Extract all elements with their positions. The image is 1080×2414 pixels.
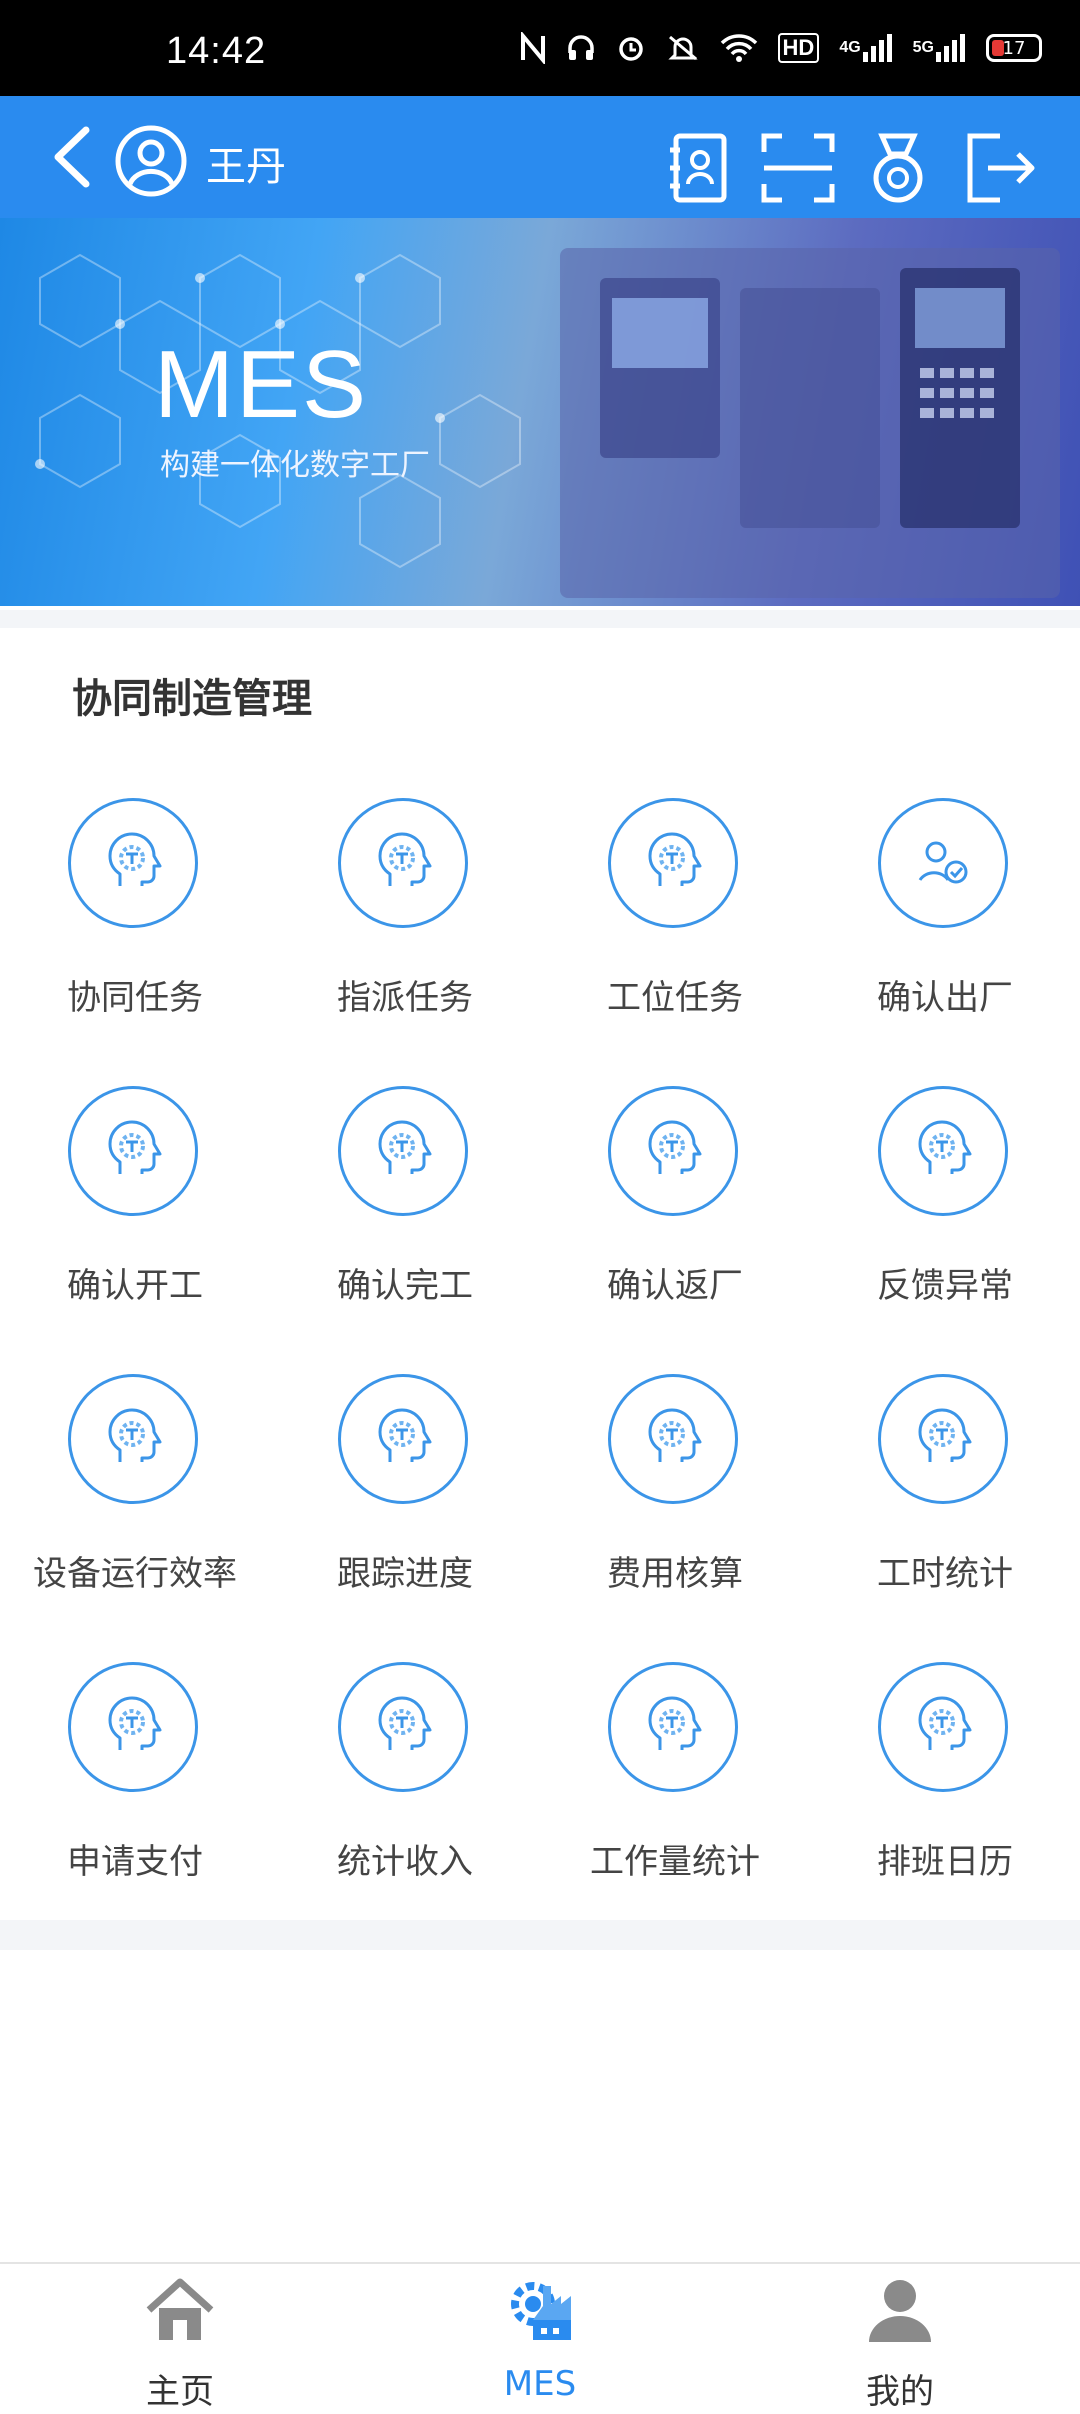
feature-item[interactable]: 申请支付 [0,1662,270,1902]
tab-home[interactable]: 主页 [80,2274,280,2413]
feature-item[interactable]: 排班日历 [810,1662,1080,1902]
feature-label: 申请支付 [67,1842,203,1882]
headset-icon [566,33,596,63]
feature-label: 协同任务 [67,978,203,1018]
brain-gear-icon [608,1662,738,1792]
net-5g-label: 5G [912,39,934,56]
feature-item[interactable]: 协同任务 [0,798,270,1038]
feature-label: 工时统计 [877,1554,1013,1594]
feature-label: 确认返厂 [607,1266,743,1306]
signal-4g-icon: 4G [839,34,892,62]
feature-item[interactable]: 跟踪进度 [270,1374,540,1614]
feature-item[interactable]: 统计收入 [270,1662,540,1902]
brain-gear-icon [68,1086,198,1216]
bottom-tab-bar: 主页 MES 我的 [0,2262,1080,2414]
person-icon [869,2280,931,2342]
feature-item[interactable]: 工位任务 [540,798,810,1038]
alarm-icon [616,33,646,63]
brain-gear-icon [338,1374,468,1504]
tab-mes-label: MES [503,2364,577,2404]
feature-item[interactable]: 确认出厂 [810,798,1080,1038]
feature-label: 排班日历 [877,1842,1013,1882]
logout-icon[interactable] [964,132,1036,204]
banner-title: MES [154,331,369,438]
feature-label: 费用核算 [607,1554,743,1594]
brain-gear-icon [68,798,198,928]
brain-gear-icon [608,1086,738,1216]
tab-mes[interactable]: MES [440,2274,640,2404]
user-name[interactable]: 王丹 [206,134,286,192]
user-check-icon [878,798,1008,928]
nfc-icon [520,32,546,64]
brain-gear-icon [68,1374,198,1504]
feature-item[interactable]: 设备运行效率 [0,1374,270,1614]
feature-label: 确认出厂 [877,978,1013,1018]
brain-gear-icon [338,798,468,928]
back-arrow-icon[interactable] [48,124,98,190]
tab-mine-label: 我的 [866,2372,934,2412]
wifi-icon [720,33,758,63]
battery-icon: 17 [986,34,1042,62]
app-header: 王丹 [0,96,1080,218]
feature-label: 设备运行效率 [33,1554,237,1594]
net-4g-label: 4G [839,39,861,56]
feature-item[interactable]: 反馈异常 [810,1086,1080,1326]
brain-gear-icon [878,1374,1008,1504]
banner-subtitle: 构建一体化数字工厂 [160,448,430,483]
feature-panel: 协同制造管理 协同任务 指派任务 工位任务 确认出厂确认开工 确认完工 确认返厂 反馈异常设… [0,610,1080,1930]
brain-gear-icon [68,1662,198,1792]
section-title: 协同制造管理 [72,676,312,722]
brain-gear-icon [338,1086,468,1216]
medal-icon[interactable] [866,132,930,204]
feature-label: 反馈异常 [877,1266,1013,1306]
home-icon [146,2278,214,2340]
factory-gear-icon [511,2282,571,2340]
brain-gear-icon [878,1086,1008,1216]
feature-item[interactable]: 工时统计 [810,1374,1080,1614]
battery-level: 17 [1002,37,1026,59]
brain-gear-icon [608,1374,738,1504]
status-icons: HD 4G 5G 17 [520,24,1042,72]
signal-5g-icon: 5G [913,34,966,62]
tab-mine[interactable]: 我的 [800,2274,1000,2413]
feature-label: 工作量统计 [590,1842,760,1882]
feature-label: 跟踪进度 [337,1554,473,1594]
feature-label: 确认完工 [337,1266,473,1306]
feature-label: 确认开工 [67,1266,203,1306]
feature-label: 统计收入 [337,1842,473,1882]
user-avatar-icon[interactable] [114,124,188,198]
status-bar: 14:42 HD 4G 5G 17 [0,0,1080,96]
mes-banner: MES 构建一体化数字工厂 [0,218,1080,606]
feature-item[interactable]: 指派任务 [270,798,540,1038]
mute-bell-icon [666,33,700,63]
tab-home-label: 主页 [146,2372,214,2412]
contacts-icon[interactable] [666,132,730,204]
brain-gear-icon [338,1662,468,1792]
feature-item[interactable]: 确认开工 [0,1086,270,1326]
hd-badge: HD [777,33,820,63]
brain-gear-icon [878,1662,1008,1792]
feature-item[interactable]: 确认完工 [270,1086,540,1326]
brain-gear-icon [608,798,738,928]
status-time: 14:42 [166,30,267,72]
feature-item[interactable]: 工作量统计 [540,1662,810,1902]
feature-item[interactable]: 费用核算 [540,1374,810,1614]
section-divider [0,1920,1080,1950]
scan-icon[interactable] [760,132,836,204]
feature-label: 指派任务 [337,978,473,1018]
feature-label: 工位任务 [607,978,743,1018]
feature-item[interactable]: 确认返厂 [540,1086,810,1326]
